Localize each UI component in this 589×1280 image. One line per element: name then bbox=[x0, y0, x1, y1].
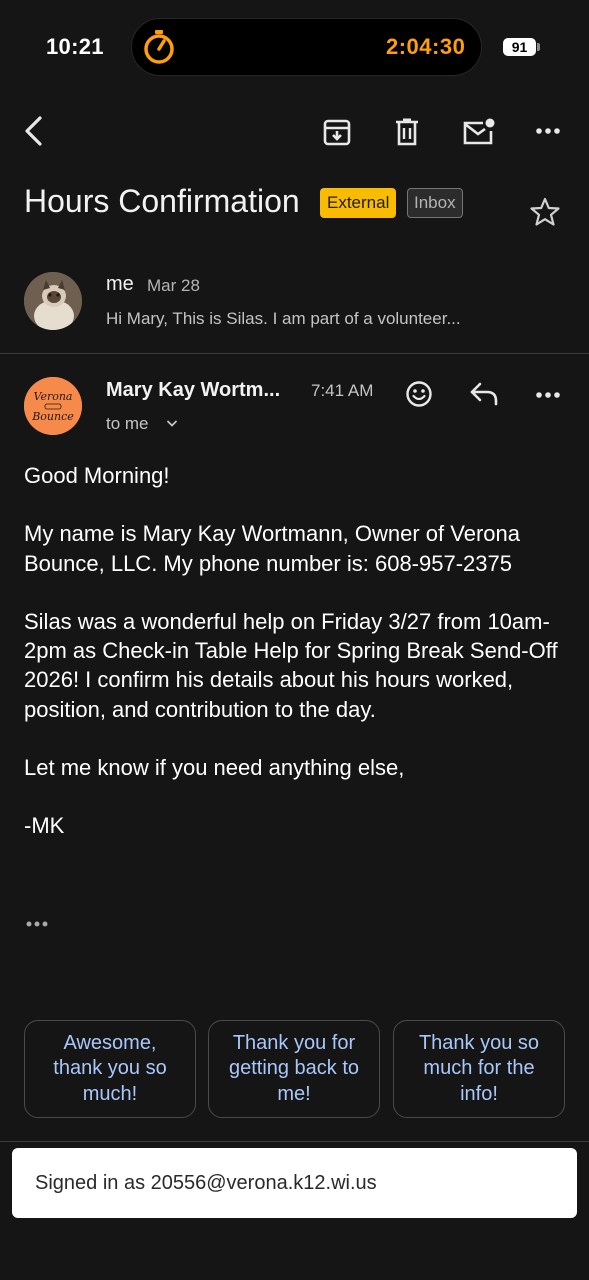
more-horizontal-icon bbox=[536, 392, 560, 398]
avatar-word-1: Verona bbox=[34, 390, 73, 403]
star-icon bbox=[530, 197, 560, 226]
mark-unread-button[interactable] bbox=[459, 113, 497, 151]
recipient-line[interactable]: to me bbox=[106, 414, 149, 434]
bottom-divider bbox=[0, 1141, 589, 1142]
message-more-button[interactable] bbox=[528, 381, 568, 409]
more-horizontal-icon bbox=[536, 128, 560, 134]
archive-button[interactable] bbox=[318, 113, 356, 151]
battery-nub bbox=[537, 43, 540, 51]
delete-button[interactable] bbox=[388, 113, 426, 151]
smart-reply-2[interactable]: Thank you for getting back to me! bbox=[208, 1020, 380, 1118]
smiley-icon bbox=[406, 381, 432, 407]
react-emoji-button[interactable] bbox=[401, 376, 437, 412]
avatar-verona-bounce[interactable]: Verona Bounce bbox=[24, 377, 82, 435]
avatar-me[interactable] bbox=[24, 272, 82, 330]
previous-date: Mar 28 bbox=[147, 276, 200, 295]
battery-indicator: 91 bbox=[503, 38, 536, 56]
status-time: 10:21 bbox=[46, 34, 104, 59]
reply-icon bbox=[470, 382, 498, 406]
sent-time: 7:41 AM bbox=[311, 381, 374, 400]
label-external: External bbox=[320, 188, 397, 218]
show-trimmed-content-button[interactable] bbox=[24, 914, 52, 934]
more-options-button[interactable] bbox=[528, 116, 568, 146]
label-inbox[interactable]: Inbox bbox=[407, 188, 463, 218]
chevron-down-icon[interactable] bbox=[166, 420, 178, 428]
previous-snippet[interactable]: Hi Mary, This is Silas. I am part of a v… bbox=[106, 309, 461, 329]
mark-unread-icon bbox=[463, 118, 495, 145]
sender-name[interactable]: Mary Kay Wortm... bbox=[106, 379, 280, 402]
message-body: Good Morning! My name is Mary Kay Wortma… bbox=[24, 463, 558, 839]
smart-reply-3[interactable]: Thank you so much for the info! bbox=[393, 1020, 565, 1118]
stopwatch-icon bbox=[141, 28, 177, 66]
trash-icon bbox=[396, 118, 418, 146]
timer-readout: 2:04:30 bbox=[386, 34, 466, 59]
star-button[interactable] bbox=[526, 193, 564, 231]
email-subject: Hours Confirmation bbox=[24, 183, 300, 219]
arrow-back-icon bbox=[25, 116, 42, 146]
ellipsis-icon bbox=[26, 921, 48, 927]
back-button[interactable] bbox=[14, 111, 54, 151]
smart-reply-1[interactable]: Awesome, thank you so much! bbox=[24, 1020, 196, 1118]
reply-button[interactable] bbox=[465, 376, 503, 412]
archive-icon bbox=[323, 119, 351, 146]
previous-sender: me bbox=[106, 273, 134, 295]
avatar-word-2: Bounce bbox=[31, 410, 74, 423]
signed-in-banner: Signed in as 20556@verona.k12.wi.us bbox=[12, 1148, 577, 1218]
message-divider bbox=[0, 353, 589, 354]
